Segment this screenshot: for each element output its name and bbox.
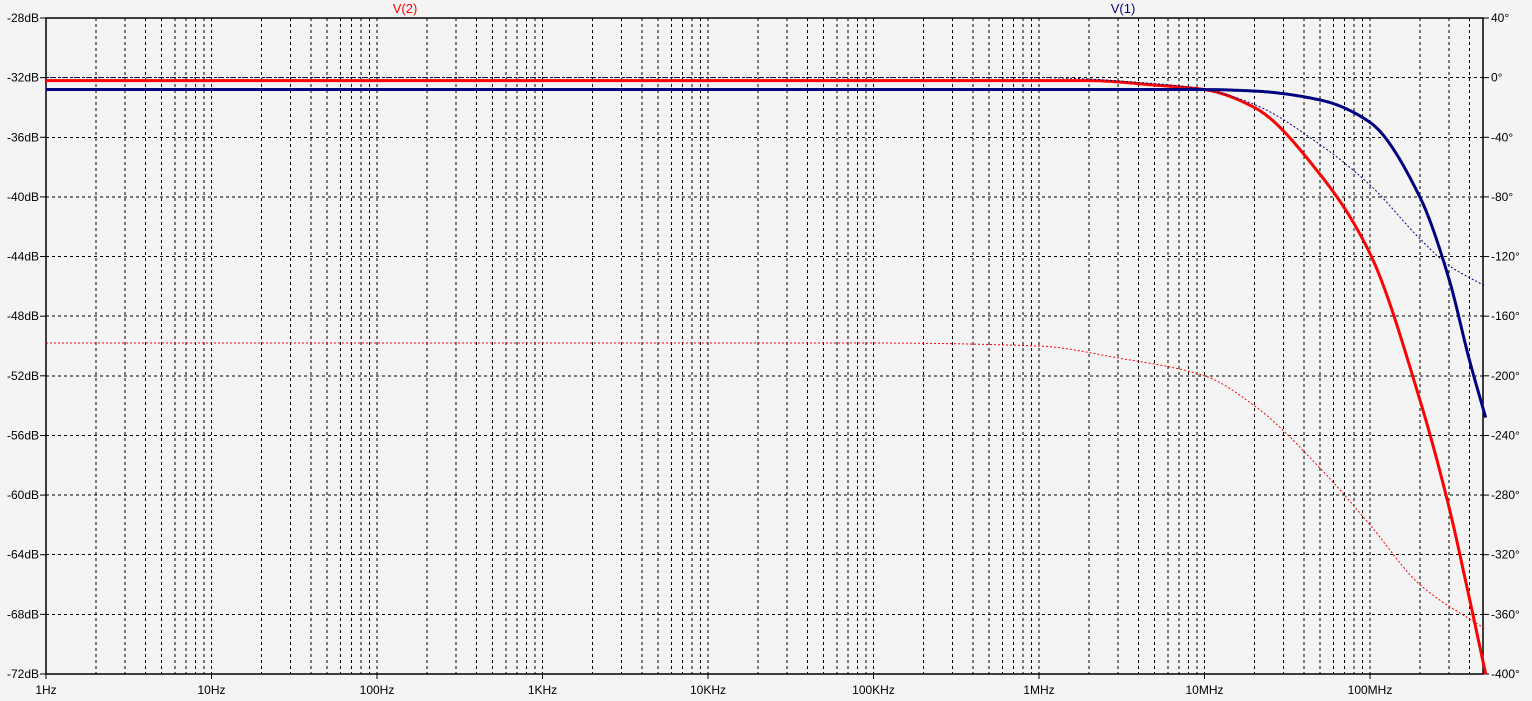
x-tick-label: 1MHz — [1023, 683, 1054, 697]
y-left-tick-label: -48dB — [7, 309, 39, 323]
x-tick-label: 100KHz — [852, 683, 895, 697]
y-right-tick-label: -40° — [1491, 130, 1513, 144]
y-right-tick-label: -240° — [1491, 428, 1520, 442]
x-tick-label: 100MHz — [1348, 683, 1393, 697]
y-right-tick-label: -200° — [1491, 369, 1520, 383]
y-left-tick-label: -56dB — [7, 428, 39, 442]
y-left-tick-label: -36dB — [7, 130, 39, 144]
y-left-tick-label: -64dB — [7, 548, 39, 562]
x-tick-label: 100Hz — [360, 683, 395, 697]
y-left-tick-label: -28dB — [7, 11, 39, 25]
y-right-tick-label: 40° — [1491, 11, 1509, 25]
y-right-tick-label: -360° — [1491, 607, 1520, 621]
y-left-tick-label: -60dB — [7, 488, 39, 502]
y-left-tick-label: -40dB — [7, 190, 39, 204]
y-right-tick-label: -80° — [1491, 190, 1513, 204]
y-left-tick-label: -52dB — [7, 369, 39, 383]
y-right-tick-label: -160° — [1491, 309, 1520, 323]
x-tick-label: 10KHz — [690, 683, 726, 697]
bode-plot: -28dB -32dB -36dB -40dB -44dB -48dB -52dB -56dB… — [0, 0, 1532, 701]
y-right-tick-label: -400° — [1491, 667, 1520, 681]
x-tick-label: 1Hz — [35, 683, 56, 697]
y-right-tick-label: -120° — [1491, 250, 1520, 264]
y-left-tick-label: -68dB — [7, 607, 39, 621]
y-left-tick-label: -44dB — [7, 250, 39, 264]
trace-label-v1: V(1) — [1111, 1, 1136, 16]
x-tick-label: 10Hz — [197, 683, 225, 697]
y-right-tick-label: 0° — [1491, 71, 1503, 85]
x-tick-label: 10MHz — [1185, 683, 1223, 697]
y-left-tick-label: -32dB — [7, 71, 39, 85]
y-right-tick-label: -320° — [1491, 548, 1520, 562]
trace-label-v2: V(2) — [393, 1, 418, 16]
y-left-tick-label: -72dB — [7, 667, 39, 681]
x-tick-label: 1KHz — [528, 683, 557, 697]
y-right-tick-label: -280° — [1491, 488, 1520, 502]
